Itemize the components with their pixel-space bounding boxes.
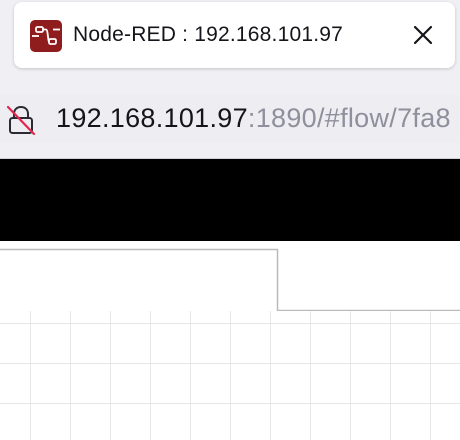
browser-window: Node-RED : 192.168.101.97 192.168.101.97… [0, 0, 460, 440]
insecure-lock-icon[interactable] [6, 104, 36, 136]
url-path: :1890/#flow/7fa8 [247, 103, 451, 133]
browser-tab[interactable]: Node-RED : 192.168.101.97 [14, 2, 455, 68]
close-icon[interactable] [410, 22, 436, 48]
url-host: 192.168.101.97 [56, 103, 248, 133]
tab-title: Node-RED : 192.168.101.97 [73, 23, 344, 46]
node-red-logo-icon [30, 20, 62, 52]
tab-strip: Node-RED : 192.168.101.97 [0, 0, 460, 78]
url-text[interactable]: 192.168.101.97:1890/#flow/7fa8 [56, 103, 451, 134]
flow-canvas-grid[interactable] [0, 311, 460, 440]
workspace [0, 241, 460, 440]
navigation-toolbar: 192.168.101.97:1890/#flow/7fa8 [0, 78, 460, 159]
node-red-header [0, 159, 460, 241]
workspace-tabs-bar [0, 248, 460, 311]
address-bar[interactable]: 192.168.101.97:1890/#flow/7fa8 [0, 95, 460, 143]
